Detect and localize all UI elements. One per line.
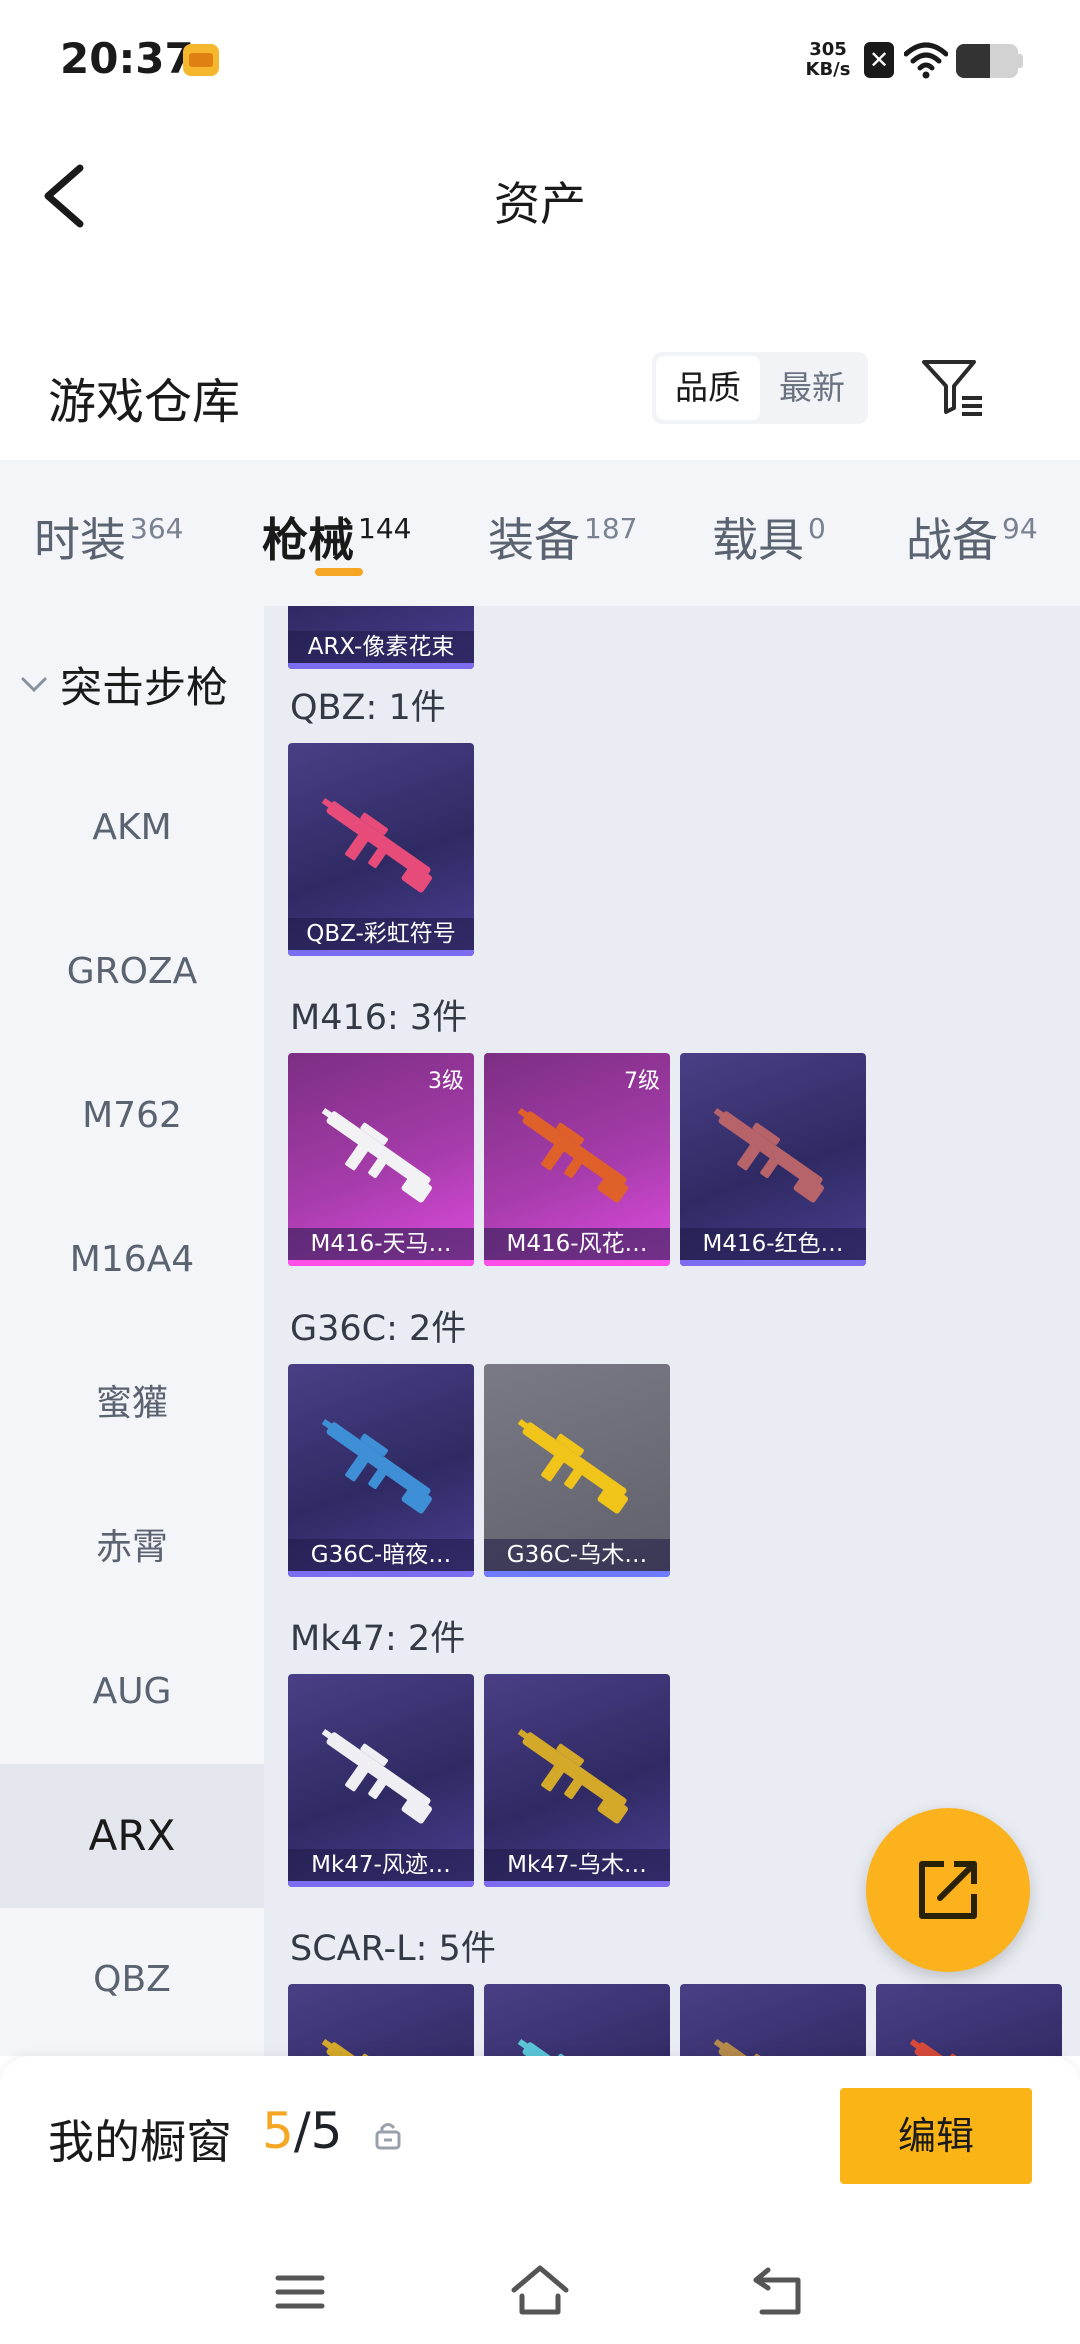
app-notification-icon: [183, 44, 219, 76]
menu-icon: [275, 2275, 325, 2309]
showcase-bar: 我的橱窗 5/5 编辑: [0, 2056, 1080, 2242]
weapon-card-arx[interactable]: ARX-像素花束: [288, 606, 474, 669]
tab-count: 144: [358, 512, 412, 545]
status-bar: 20:37 305 KB/s ✕: [0, 0, 1080, 120]
rifle-skin-icon: [713, 1107, 825, 1203]
tab-label: 载具: [712, 513, 804, 567]
tab-count: 0: [808, 512, 826, 545]
rifle-skin-icon: [321, 1107, 433, 1203]
share-fab-button[interactable]: [866, 1808, 1030, 1972]
weapon-card[interactable]: G36C-乌木…: [484, 1364, 670, 1577]
sort-option-quality[interactable]: 品质: [656, 356, 760, 420]
network-speed-value: 305: [809, 39, 847, 60]
tab-vehicles[interactable]: 载具 0: [712, 504, 826, 570]
tab-label: 枪械: [262, 513, 354, 567]
weapon-card[interactable]: 7级 M416-风花…: [484, 1053, 670, 1266]
sidebar-item-akm[interactable]: AKM: [0, 756, 264, 900]
network-speed-unit: KB/s: [805, 59, 851, 80]
sidebar-group-assault-rifles[interactable]: 突击步枪: [20, 654, 228, 715]
nav-home-button[interactable]: [508, 2260, 572, 2324]
sort-option-newest[interactable]: 最新: [760, 356, 864, 420]
rifle-skin-icon: [517, 1728, 629, 1824]
wifi-icon: [904, 42, 948, 79]
weapon-card[interactable]: Mk47-乌木…: [484, 1674, 670, 1887]
status-time: 20:37: [60, 34, 194, 83]
weapon-card[interactable]: [288, 1984, 474, 2056]
category-tabs: 时装 364 枪械 144 装备 187 载具 0 战备 94: [0, 460, 1080, 606]
weapon-card[interactable]: [680, 1984, 866, 2056]
tab-supplies[interactable]: 战备 94: [906, 504, 1038, 570]
weapon-group-title: QBZ: 1件: [290, 688, 446, 728]
tab-count: 94: [1002, 512, 1038, 545]
sidebar-item-qbz[interactable]: QBZ: [0, 1908, 264, 2052]
tab-label: 时装: [34, 513, 126, 567]
showcase-count-total: /5: [293, 2102, 343, 2160]
active-tab-indicator: [315, 568, 363, 576]
rifle-skin-icon: [321, 1418, 433, 1514]
weapon-card[interactable]: [876, 1984, 1062, 2056]
weapon-group-title: M416: 3件: [290, 998, 468, 1038]
rifle-skin-icon: [517, 1418, 629, 1514]
rifle-skin-icon: [321, 1728, 433, 1824]
home-icon: [511, 2265, 569, 2315]
sidebar-group-label: 突击步枪: [60, 663, 229, 712]
no-sim-icon: ✕: [864, 42, 894, 78]
sidebar-item-aug[interactable]: AUG: [0, 1620, 264, 1764]
nav-back-button[interactable]: [748, 2260, 812, 2324]
weapon-type-sidebar: 突击步枪 AKM GROZA M762 M16A4 蜜獾 赤霄 AUG ARX …: [0, 606, 264, 2056]
rifle-skin-icon: [909, 2038, 1019, 2056]
sidebar-item-m16a4[interactable]: M16A4: [0, 1188, 264, 1332]
filter-button[interactable]: [918, 352, 988, 422]
sidebar-item-arx[interactable]: ARX: [0, 1764, 264, 1908]
rifle-skin-icon: [517, 2038, 627, 2056]
page-title: 资产: [494, 177, 586, 231]
sidebar-item-m762[interactable]: M762: [0, 1044, 264, 1188]
showcase-count: 5/5: [262, 2102, 342, 2160]
rifle-skin-icon: [713, 2038, 823, 2056]
weapon-card[interactable]: [484, 1984, 670, 2056]
weapon-level-badge: 7级: [624, 1069, 660, 1094]
tab-count: 187: [584, 512, 638, 545]
filter-icon: [922, 360, 982, 416]
edit-button[interactable]: 编辑: [840, 2088, 1032, 2184]
lock-icon: [375, 2123, 401, 2150]
rifle-skin-icon: [321, 2038, 431, 2056]
weapon-group-title: SCAR-L: 5件: [290, 1929, 496, 1969]
sidebar-item-honey-badger[interactable]: 蜜獾: [0, 1332, 264, 1476]
network-speed: 305 KB/s: [804, 40, 852, 80]
weapon-card[interactable]: M416-红色…: [680, 1053, 866, 1266]
share-icon: [919, 1861, 977, 1919]
battery-icon: [956, 44, 1018, 78]
chevron-down-icon: [21, 677, 47, 692]
weapon-level-badge: 3级: [428, 1069, 464, 1094]
return-icon: [753, 2267, 801, 2315]
tab-count: 364: [130, 512, 184, 545]
rifle-skin-icon: [321, 797, 433, 893]
sort-toggle: 品质 最新: [652, 352, 868, 424]
weapon-group-title: Mk47: 2件: [290, 1619, 466, 1659]
showcase-count-current: 5: [262, 2102, 294, 2160]
system-nav-bar: [0, 2242, 1080, 2344]
weapon-card[interactable]: G36C-暗夜…: [288, 1364, 474, 1577]
weapon-card[interactable]: Mk47-风迹…: [288, 1674, 474, 1887]
sidebar-item-groza[interactable]: GROZA: [0, 900, 264, 1044]
tab-equipment[interactable]: 装备 187: [488, 504, 637, 570]
tab-label: 装备: [488, 513, 580, 567]
weapon-group-title: G36C: 2件: [290, 1309, 467, 1349]
rifle-skin-icon: [517, 1107, 629, 1203]
nav-menu-button[interactable]: [268, 2260, 332, 2324]
tab-fashion[interactable]: 时装 364: [34, 504, 183, 570]
warehouse-title: 游戏仓库: [48, 374, 241, 430]
weapon-card[interactable]: 3级 M416-天马…: [288, 1053, 474, 1266]
showcase-title: 我的橱窗: [48, 2115, 232, 2169]
weapon-card[interactable]: QBZ-彩虹符号: [288, 743, 474, 956]
sidebar-item-chixiao[interactable]: 赤霄: [0, 1476, 264, 1620]
tab-guns[interactable]: 枪械 144: [262, 504, 411, 570]
tab-label: 战备: [906, 513, 998, 567]
